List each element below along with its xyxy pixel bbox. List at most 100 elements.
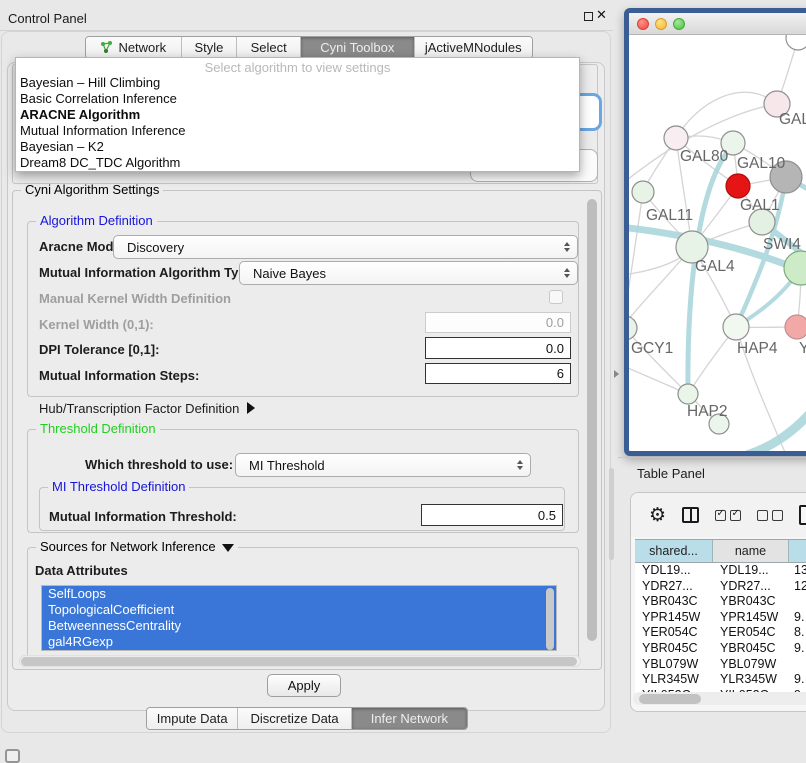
table-header-row: shared... name (635, 539, 806, 563)
tab-select-label: Select (251, 40, 287, 55)
column-layout-icon[interactable] (682, 507, 699, 523)
mi-type-combo[interactable]: Naive Bayes (239, 261, 578, 285)
mi-steps-field[interactable]: 6 (425, 363, 571, 384)
application-window: Control Panel ✕ Network Style Select Cyn… (0, 0, 806, 762)
stepper-icon (564, 268, 570, 278)
algorithm-definition-title: Algorithm Definition (36, 213, 157, 228)
node-gal11[interactable] (632, 181, 654, 203)
tab-style-label: Style (195, 40, 224, 55)
aracne-mode-combo[interactable]: Discovery (113, 235, 578, 259)
node-hap2[interactable] (678, 384, 698, 404)
zoom-window-icon[interactable] (673, 18, 685, 30)
dropdown-item[interactable]: Mutual Information Inference (16, 123, 579, 139)
network-glyph-icon (100, 41, 113, 54)
table-hscroll-thumb[interactable] (639, 694, 701, 704)
node-label: HAP4 (737, 340, 778, 357)
splitter-handle[interactable] (609, 468, 614, 560)
apply-button-label: Apply (288, 678, 321, 693)
table-toolbar: ⚙ (631, 493, 806, 537)
dropdown-item[interactable]: Bayesian – K2 (16, 139, 579, 155)
settings-horizontal-scrollbar[interactable] (19, 655, 581, 667)
float-panel-icon[interactable] (584, 12, 593, 21)
aracne-mode-value: Discovery (127, 240, 184, 255)
tab-jactivemnodules[interactable]: jActiveMNodules (415, 37, 532, 58)
new-table-icon[interactable] (799, 505, 806, 525)
node-salmon[interactable] (785, 315, 806, 339)
settings-hscroll-thumb[interactable] (21, 657, 577, 666)
table-horizontal-scrollbar[interactable] (633, 692, 806, 705)
node-label: GAL11 (646, 207, 693, 224)
dropdown-item[interactable]: Basic Correlation Inference (16, 91, 579, 107)
close-panel-icon[interactable]: ✕ (596, 7, 607, 23)
tab-jactivemnodules-label: jActiveMNodules (425, 40, 522, 55)
tab-style[interactable]: Style (182, 37, 238, 58)
table-row[interactable]: YER054CYER054C8. (635, 625, 806, 641)
attribute-list-scrollbar[interactable] (546, 588, 554, 650)
mi-threshold-group-title: MI Threshold Definition (48, 479, 189, 494)
tab-discretize-label: Discretize Data (251, 711, 339, 726)
network-window-titlebar[interactable] (629, 13, 806, 35)
data-attributes-list: SelfLoops TopologicalCoefficient Between… (41, 585, 557, 651)
dropdown-item-selected[interactable]: ARACNE Algorithm (16, 107, 579, 123)
table-row[interactable]: YDL19...YDL19...13 (635, 563, 806, 579)
mi-threshold-field[interactable]: 0.5 (421, 504, 563, 526)
tab-select[interactable]: Select (237, 37, 301, 58)
column-header-name[interactable]: name (713, 540, 789, 562)
dropdown-item[interactable]: Bayesian – Hill Climbing (16, 75, 579, 91)
attribute-item-selected[interactable]: SelfLoops (42, 586, 556, 602)
table-row[interactable]: YLR345WYLR345W9. (635, 672, 806, 688)
attribute-item-selected[interactable]: gal4RGexp (42, 634, 556, 650)
which-threshold-value: MI Threshold (249, 458, 325, 473)
kernel-width-value: 0.0 (546, 315, 564, 330)
column-header-shared-name[interactable]: shared... (635, 540, 713, 562)
table-row[interactable]: YDR27...YDR27...12 (635, 579, 806, 595)
dpi-tolerance-field[interactable]: 0.0 (425, 337, 571, 359)
table-row[interactable]: YBR043CYBR043C (635, 594, 806, 610)
node-gal80[interactable] (664, 126, 688, 150)
splitter-arrow-icon[interactable] (614, 370, 619, 378)
node-label: GCY1 (631, 340, 673, 357)
table-row[interactable]: YBL079WYBL079W (635, 657, 806, 673)
column-header-third[interactable] (789, 540, 806, 562)
table-panel-title: Table Panel (637, 466, 705, 481)
settings-vscroll-thumb[interactable] (587, 199, 597, 641)
settings-vertical-scrollbar[interactable] (586, 197, 598, 649)
node-gcy1[interactable] (629, 316, 637, 340)
node-unlabeled[interactable] (786, 35, 806, 50)
manual-kernel-checkbox[interactable] (549, 290, 563, 304)
tab-infer-network[interactable]: Infer Network (352, 708, 467, 729)
data-attributes-label: Data Attributes (35, 563, 128, 578)
cyni-algorithm-settings-group: Cyni Algorithm Settings Algorithm Defini… (12, 190, 602, 670)
node-gal1-selected[interactable] (726, 174, 750, 198)
node-right-edge[interactable] (784, 251, 806, 285)
attribute-item-selected[interactable]: TopologicalCoefficient (42, 602, 556, 618)
algorithm-dropdown-list: Select algorithm to view settings Bayesi… (15, 57, 580, 172)
node-label: GAL (779, 111, 806, 128)
apply-button[interactable]: Apply (267, 674, 341, 697)
dropdown-item[interactable]: Dream8 DC_TDC Algorithm (16, 155, 579, 171)
table-row[interactable]: YPR145WYPR145W9. (635, 610, 806, 626)
tab-cyni-toolbox[interactable]: Cyni Toolbox (301, 37, 414, 58)
node-label: Y (799, 340, 806, 357)
collapsed-panel-icon[interactable] (5, 749, 20, 763)
which-threshold-combo[interactable]: MI Threshold (235, 453, 531, 477)
hub-section-toggle[interactable]: Hub/Transcription Factor Definition (39, 401, 255, 416)
node-hap4[interactable] (723, 314, 749, 340)
node-table: shared... name YDL19...YDL19...13 YDR27.… (635, 539, 806, 696)
hub-section-label: Hub/Transcription Factor Definition (39, 401, 239, 416)
sources-group-title[interactable]: Sources for Network Inference (36, 539, 238, 554)
tab-network[interactable]: Network (86, 37, 182, 58)
node-label: GAL10 (737, 155, 786, 172)
table-row[interactable]: YBR045CYBR045C9. (635, 641, 806, 657)
tab-discretize-data[interactable]: Discretize Data (238, 708, 351, 729)
attribute-item-selected[interactable]: BetweennessCentrality (42, 618, 556, 634)
control-panel-tabbar: Network Style Select Cyni Toolbox jActiv… (85, 36, 533, 59)
network-graph-canvas[interactable]: GAL GAL80 GAL10 GAL1 GAL11 SWI4 GAL4 GCY… (629, 35, 806, 456)
gear-icon[interactable]: ⚙ (649, 506, 666, 525)
select-all-checkboxes-icon[interactable] (715, 510, 741, 521)
deselect-all-checkboxes-icon[interactable] (757, 510, 783, 521)
minimize-window-icon[interactable] (655, 18, 667, 30)
kernel-width-field[interactable]: 0.0 (425, 312, 571, 333)
tab-impute-data[interactable]: Impute Data (147, 708, 238, 729)
close-window-icon[interactable] (637, 18, 649, 30)
